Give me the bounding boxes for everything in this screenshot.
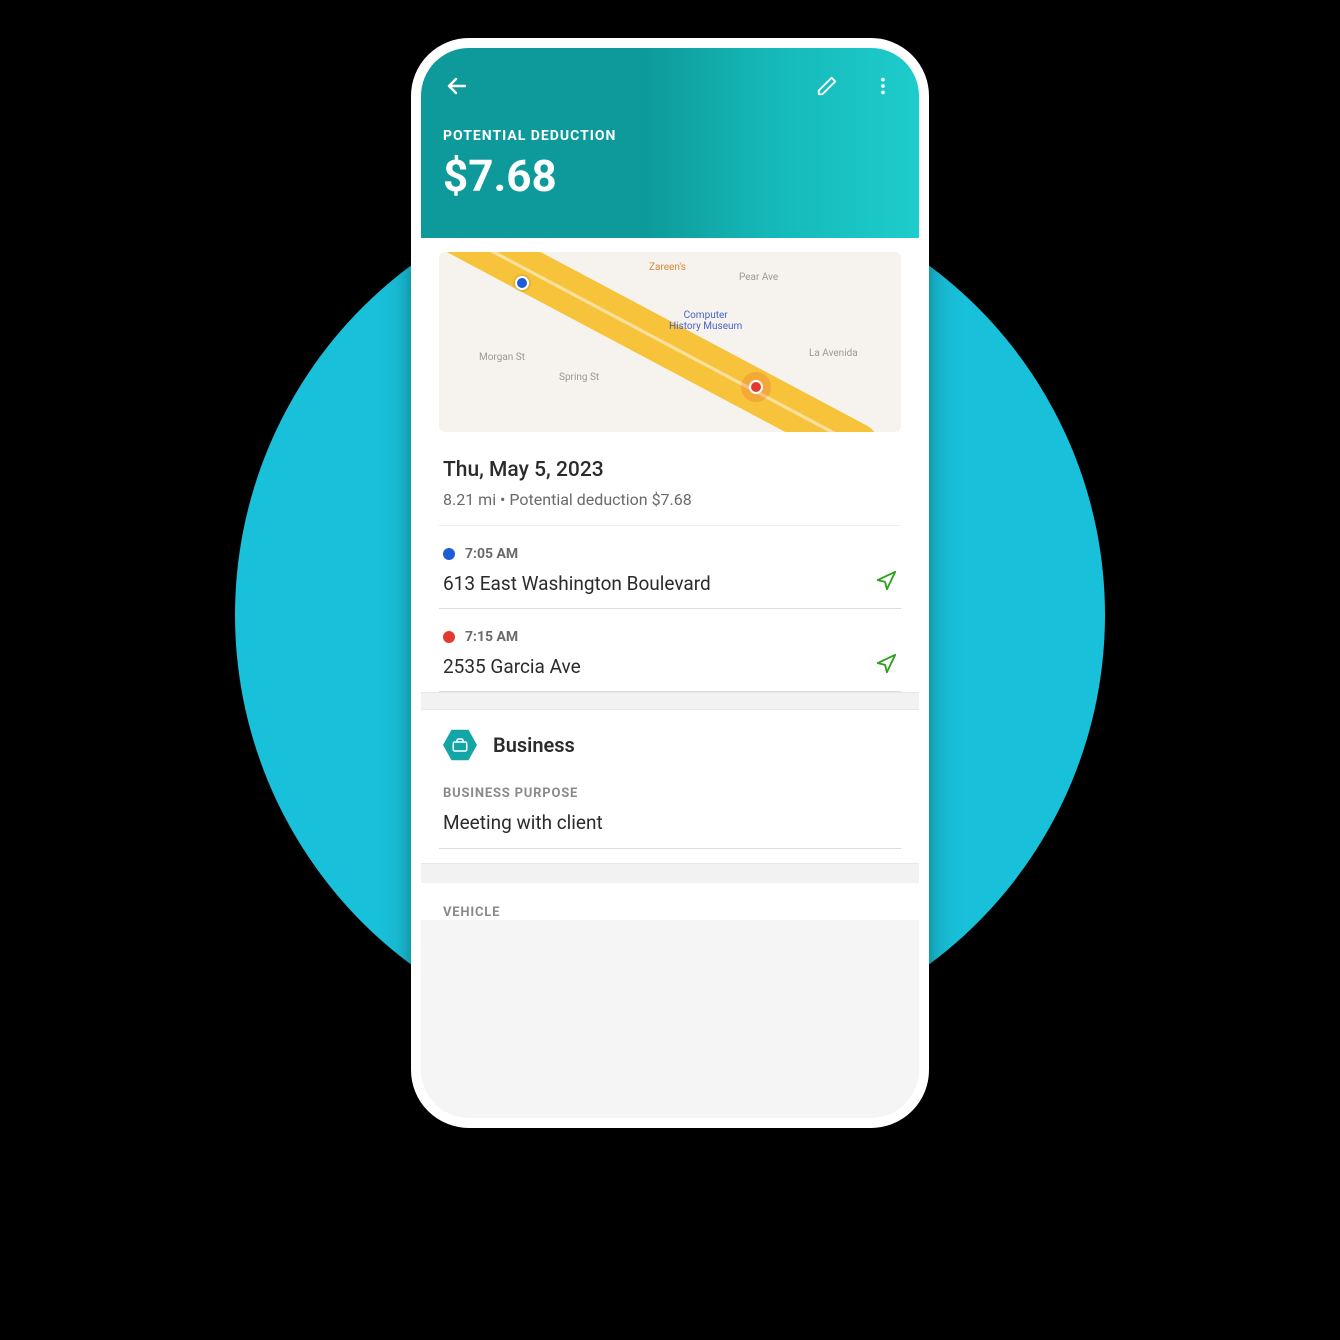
more-button[interactable] (869, 72, 897, 100)
business-purpose-label: BUSINESS PURPOSE (439, 780, 901, 807)
map-poi-label: Computer History Museum (669, 310, 742, 332)
arrow-left-icon (445, 74, 469, 98)
header-label: POTENTIAL DEDUCTION (443, 128, 897, 144)
trip-date: Thu, May 5, 2023 (443, 458, 897, 482)
trip-map[interactable]: Zareen's Pear Ave Computer History Museu… (439, 252, 901, 432)
end-address: 2535 Garcia Ave (443, 655, 581, 678)
map-poi-label: Zareen's (649, 262, 686, 273)
navigate-icon (875, 653, 897, 675)
end-time: 7:15 AM (465, 629, 518, 645)
app-header: POTENTIAL DEDUCTION $7.68 (421, 48, 919, 238)
briefcase-icon (443, 728, 477, 762)
map-start-marker (515, 276, 529, 290)
edit-button[interactable] (813, 72, 841, 100)
phone-frame: POTENTIAL DEDUCTION $7.68 Zareen's Pear … (411, 38, 929, 1128)
back-button[interactable] (443, 72, 471, 100)
map-street-label: Morgan St (479, 352, 525, 363)
header-amount: $7.68 (443, 150, 897, 202)
content-area: Zareen's Pear Ave Computer History Museu… (421, 238, 919, 920)
navigate-icon (875, 570, 897, 592)
trip-start-stop: 7:05 AM 613 East Washington Boulevard (439, 526, 901, 609)
map-street-label: Spring St (559, 372, 599, 383)
map-highway (439, 252, 887, 432)
map-end-marker (749, 380, 763, 394)
trip-summary: 8.21 mi • Potential deduction $7.68 (443, 490, 897, 509)
start-address: 613 East Washington Boulevard (443, 572, 711, 595)
start-dot-icon (443, 548, 455, 560)
pencil-icon (816, 75, 838, 97)
phone-shadow (450, 1126, 890, 1160)
vehicle-label: VEHICLE (439, 883, 901, 920)
section-divider (421, 692, 919, 710)
map-street-label: Pear Ave (739, 272, 778, 283)
navigate-button[interactable] (875, 653, 897, 679)
category-row[interactable]: Business (439, 710, 901, 780)
business-purpose-value[interactable]: Meeting with client (439, 807, 901, 849)
section-divider (421, 863, 919, 883)
end-dot-icon (443, 631, 455, 643)
more-vertical-icon (872, 75, 894, 97)
category-label: Business (493, 733, 575, 757)
trip-end-stop: 7:15 AM 2535 Garcia Ave (439, 609, 901, 692)
navigate-button[interactable] (875, 570, 897, 596)
start-time: 7:05 AM (465, 546, 518, 562)
map-street-label: La Avenida (809, 348, 858, 359)
